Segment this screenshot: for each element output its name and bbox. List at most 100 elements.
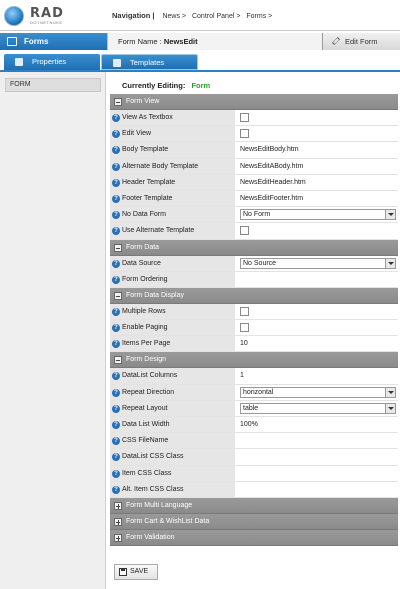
help-icon[interactable]: ? [112, 372, 120, 381]
property-label: ? Body Template [110, 142, 235, 158]
save-button[interactable]: SAVE [114, 564, 158, 580]
chevron-down-icon[interactable] [385, 403, 395, 413]
select-value: No Form [243, 211, 271, 219]
section-title: Form Design [126, 356, 167, 364]
help-icon[interactable]: ? [112, 227, 120, 236]
help-icon[interactable]: ? [112, 453, 120, 462]
edit-view-checkbox[interactable] [240, 129, 249, 139]
items-per-page-field[interactable]: 10 [237, 336, 398, 351]
help-icon[interactable]: ? [112, 114, 120, 122]
puzzle-icon [113, 59, 121, 67]
property-row-css-filename: ? CSS FileName [110, 433, 398, 450]
edit-form-label: Edit Form [345, 37, 378, 46]
help-icon[interactable]: ? [112, 469, 120, 478]
use-alternate-template-checkbox[interactable] [240, 226, 249, 236]
no-data-form-select[interactable]: No Form [240, 209, 396, 221]
alternate-body-template-field[interactable]: NewsEditABody.htm [237, 159, 398, 174]
forms-title: Forms [0, 33, 103, 50]
chevron-down-icon[interactable] [385, 210, 395, 220]
tab-templates[interactable]: Templates [101, 54, 198, 70]
alt-item-css-class-field[interactable] [237, 482, 398, 497]
help-icon[interactable]: ? [112, 324, 120, 333]
sidebar-item-form[interactable]: FORM [5, 78, 101, 92]
help-icon[interactable]: ? [112, 340, 120, 349]
section-header-form-multi-language[interactable]: Form Multi Language [110, 497, 398, 514]
expand-toggle-icon[interactable] [114, 517, 122, 526]
property-label: ? Items Per Page [110, 336, 235, 352]
main-panel: Currently Editing: Form Form View? View A… [108, 72, 400, 589]
section-header-form-data-display[interactable]: Form Data Display [110, 287, 398, 304]
property-label: ? Form Ordering [110, 271, 235, 287]
section-header-form-design[interactable]: Form Design [110, 352, 398, 369]
item-css-class-field[interactable] [237, 466, 398, 481]
collapse-toggle-icon[interactable] [114, 243, 122, 252]
property-label-text: Repeat Direction [122, 388, 175, 396]
collapse-toggle-icon[interactable] [114, 356, 122, 365]
property-label: ? Item CSS Class [110, 465, 235, 481]
select-value: horizontal [243, 388, 274, 396]
datalist-columns-field[interactable]: 1 [237, 368, 398, 383]
property-label: ? Use Alternate Template [110, 223, 235, 239]
section-header-form-view[interactable]: Form View [110, 94, 398, 110]
property-row-repeat-direction: ? Repeat Direction horizontal [110, 384, 398, 401]
select-value: table [243, 404, 259, 412]
help-icon[interactable]: ? [112, 485, 120, 494]
help-icon[interactable]: ? [112, 307, 120, 316]
property-row-multiple-rows: ? Multiple Rows [110, 303, 398, 321]
header-template-field[interactable]: NewsEditHeader.htm [237, 175, 398, 190]
property-label-text: Alt. Item CSS Class [122, 485, 184, 493]
css-filename-field[interactable] [237, 433, 398, 448]
breadcrumb-forms[interactable]: Forms > [246, 13, 272, 20]
section-header-form-validation[interactable]: Form Validation [110, 529, 398, 546]
tab-templates-label: Templates [130, 58, 165, 67]
help-icon[interactable]: ? [112, 211, 120, 220]
forms-title-label: Forms [24, 37, 49, 46]
data-list-width-field[interactable]: 100% [237, 417, 398, 432]
collapse-toggle-icon[interactable] [114, 98, 122, 106]
enable-paging-checkbox[interactable] [240, 323, 249, 333]
help-icon[interactable]: ? [112, 259, 120, 268]
body-template-field[interactable]: NewsEditBody.htm [237, 142, 398, 157]
expand-toggle-icon[interactable] [114, 533, 122, 542]
top-bar: RAD DOTNETNUKE Navigation | News > Contr… [0, 0, 400, 31]
section-header-form-data[interactable]: Form Data [110, 239, 398, 256]
breadcrumb-news[interactable]: News > [162, 13, 186, 20]
section-title: Form Cart & WishList Data [126, 517, 210, 525]
breadcrumb-control-panel[interactable]: Control Panel > [192, 13, 240, 20]
pencil-icon [332, 37, 340, 45]
section-header-form-cart-wishlist-data[interactable]: Form Cart & WishList Data [110, 513, 398, 530]
chevron-down-icon[interactable] [385, 258, 395, 268]
tab-properties[interactable]: Properties [4, 54, 100, 70]
data-source-select[interactable]: No Source [240, 257, 396, 269]
datalist-css-class-field[interactable] [237, 449, 398, 464]
property-label-text: Footer Template [122, 194, 173, 202]
expand-toggle-icon[interactable] [114, 501, 122, 510]
help-icon[interactable]: ? [112, 146, 120, 155]
help-icon[interactable]: ? [112, 194, 120, 203]
help-icon[interactable]: ? [112, 130, 120, 139]
chevron-down-icon[interactable] [385, 387, 395, 397]
repeat-layout-select[interactable]: table [240, 402, 396, 414]
footer-template-field[interactable]: NewsEditFooter.htm [237, 191, 398, 206]
repeat-direction-select[interactable]: horizontal [240, 386, 396, 398]
edit-form-button[interactable]: Edit Form [322, 33, 400, 50]
collapse-toggle-icon[interactable] [114, 291, 122, 300]
help-icon[interactable]: ? [112, 275, 120, 284]
property-label: ? Repeat Layout [110, 400, 235, 416]
help-icon[interactable]: ? [112, 437, 120, 446]
wrench-icon [15, 58, 23, 66]
help-icon[interactable]: ? [112, 388, 120, 397]
logo-text: RAD [30, 6, 64, 21]
form-ordering-field[interactable] [237, 272, 398, 287]
logo[interactable]: RAD DOTNETNUKE [4, 5, 104, 27]
property-row-body-template: ? Body Template NewsEditBody.htm [110, 142, 398, 159]
help-icon[interactable]: ? [112, 421, 120, 429]
help-icon[interactable]: ? [112, 178, 120, 187]
property-label: ? Multiple Rows [110, 303, 235, 320]
help-icon[interactable]: ? [112, 404, 120, 413]
multiple-rows-checkbox[interactable] [240, 306, 249, 316]
view-as-textbox-checkbox[interactable] [240, 113, 249, 122]
form-icon [7, 37, 17, 46]
sidebar: FORM [0, 72, 106, 589]
help-icon[interactable]: ? [112, 162, 120, 171]
